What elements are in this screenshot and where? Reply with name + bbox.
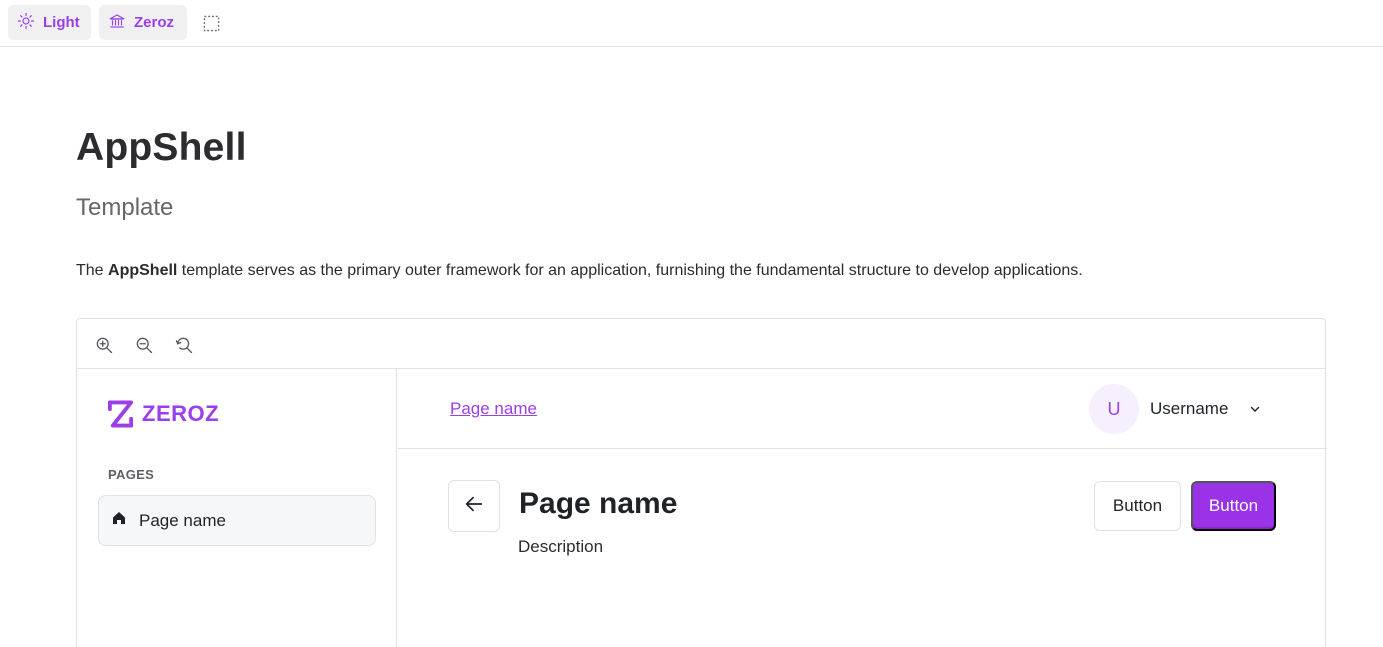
page-title: AppShell <box>76 126 247 169</box>
primary-button[interactable]: Button <box>1191 481 1276 531</box>
preview-toolbar <box>77 319 1325 369</box>
outline-toggle-icon[interactable] <box>200 12 222 34</box>
page-subtitle: Template <box>76 194 174 221</box>
sidebar-section-label: PAGES <box>108 467 155 482</box>
sidebar-item-label: Page name <box>139 510 226 530</box>
arrow-left-icon <box>463 493 485 520</box>
zoom-out-icon[interactable] <box>134 335 154 355</box>
reset-zoom-icon[interactable] <box>174 335 194 355</box>
home-icon <box>111 510 127 531</box>
app-sidebar: ZEROZ PAGES Page name <box>77 369 397 647</box>
zeroz-logo[interactable]: ZEROZ <box>107 399 219 429</box>
bank-icon <box>108 12 126 34</box>
back-button[interactable] <box>448 480 500 532</box>
content-page-description: Description <box>518 537 604 556</box>
secondary-button[interactable]: Button <box>1094 481 1181 531</box>
page-description: The AppShell template serves as the prim… <box>76 262 1083 280</box>
description-prefix: The <box>76 262 109 279</box>
chevron-down-icon[interactable] <box>1248 402 1262 416</box>
sidebar-item-page-name[interactable]: Page name <box>98 495 376 546</box>
zoom-in-icon[interactable] <box>94 335 114 355</box>
app-header: Page name U Username <box>398 369 1327 449</box>
description-bold: AppShell <box>108 262 178 279</box>
preview-frame: ZEROZ PAGES Page name Page name U Userna… <box>76 318 1327 647</box>
brand-toggle-button[interactable]: Zeroz <box>99 5 187 40</box>
sun-icon <box>17 12 35 34</box>
username-menu[interactable]: Username <box>1150 399 1228 419</box>
description-suffix: template serves as the primary outer fra… <box>177 262 1083 279</box>
theme-label: Light <box>43 14 80 31</box>
logo-text: ZEROZ <box>142 401 220 426</box>
breadcrumb-link[interactable]: Page name <box>450 399 537 419</box>
top-toolbar: Light Zeroz <box>0 0 1383 47</box>
avatar[interactable]: U <box>1089 384 1139 434</box>
content-page-title: Page name <box>519 487 678 520</box>
theme-toggle-button[interactable]: Light <box>8 5 91 40</box>
brand-label: Zeroz <box>134 14 175 31</box>
zeroz-logo-mark <box>107 400 134 428</box>
